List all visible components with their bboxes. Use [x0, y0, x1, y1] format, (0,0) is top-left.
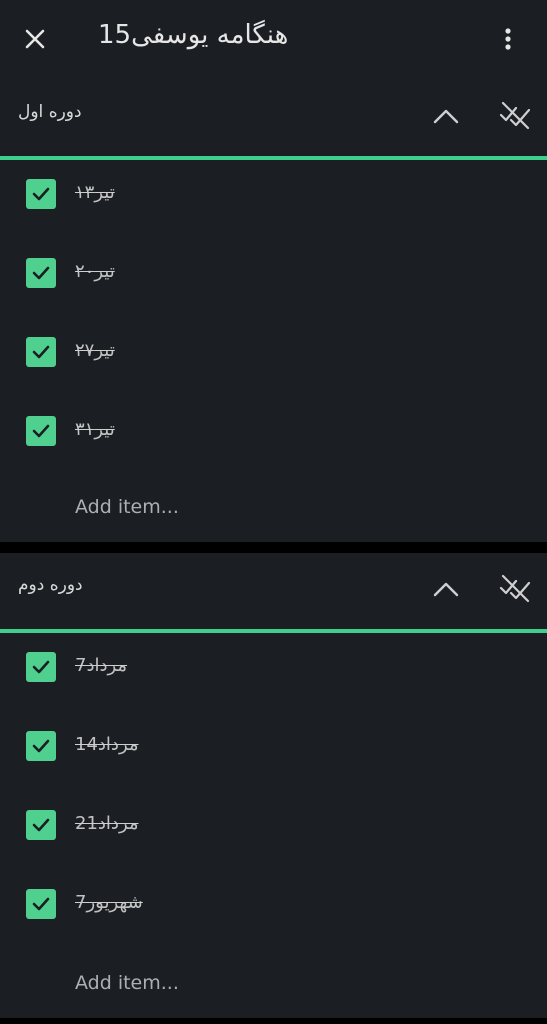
more-options-button[interactable] [492, 22, 524, 56]
item-text[interactable]: تیر۳۱ [75, 419, 115, 440]
checklist-item: تیر۲۰ [0, 239, 547, 318]
section-title: دوره اول [18, 102, 82, 122]
item-checkbox[interactable] [26, 179, 56, 209]
section-title: دوره دوم [18, 575, 83, 595]
checklist-section: دوره دوم مرداد7 مرداد14 مرداد21 شهریور7 … [0, 553, 547, 1018]
checklist-item: مرداد21 [0, 791, 547, 870]
check-icon [32, 345, 50, 359]
checklist-item: تیر۳۱ [0, 397, 547, 476]
check-icon [32, 266, 50, 280]
item-text[interactable]: مرداد7 [75, 655, 127, 676]
add-item-input[interactable]: Add item... [75, 972, 179, 994]
item-text[interactable]: مرداد14 [75, 734, 139, 755]
checklist-item: تیر۲۷ [0, 318, 547, 397]
checklist-section: دوره اول تیر۱۳ تیر۲۰ تیر۲۷ تیر۳۱ Add ite… [0, 80, 547, 542]
collapse-button[interactable] [428, 98, 464, 134]
close-icon [25, 29, 45, 49]
close-button[interactable] [18, 22, 52, 56]
section-header: دوره دوم [0, 553, 547, 629]
check-icon [32, 187, 50, 201]
add-item-input[interactable]: Add item... [75, 496, 179, 518]
more-vertical-icon [505, 28, 511, 50]
item-checkbox[interactable] [26, 416, 56, 446]
item-text[interactable]: تیر۱۳ [75, 182, 115, 203]
checklist-item: تیر۱۳ [0, 160, 547, 239]
check-icon [32, 818, 50, 832]
page-title: هنگامه یوسفی15 [98, 20, 289, 50]
top-app-bar: هنگامه یوسفی15 [0, 0, 547, 80]
checklist-item: مرداد14 [0, 712, 547, 791]
item-checkbox[interactable] [26, 810, 56, 840]
item-checkbox[interactable] [26, 258, 56, 288]
item-checkbox[interactable] [26, 652, 56, 682]
checklist-item: مرداد7 [0, 633, 547, 712]
chevron-up-icon [433, 582, 459, 597]
item-text[interactable]: شهریور7 [75, 892, 143, 913]
item-checkbox[interactable] [26, 889, 56, 919]
remove-checks-icon [499, 574, 531, 603]
check-icon [32, 739, 50, 753]
item-text[interactable]: تیر۲۷ [75, 340, 115, 361]
remove-checks-icon [499, 101, 531, 130]
item-checkbox[interactable] [26, 337, 56, 367]
item-checkbox[interactable] [26, 731, 56, 761]
check-icon [32, 660, 50, 674]
checklist-item: شهریور7 [0, 870, 547, 949]
uncheck-all-button[interactable] [496, 96, 534, 134]
item-text[interactable]: مرداد21 [75, 813, 139, 834]
chevron-up-icon [433, 109, 459, 124]
collapse-button[interactable] [428, 571, 464, 607]
uncheck-all-button[interactable] [496, 569, 534, 607]
section-header: دوره اول [0, 80, 547, 156]
check-icon [32, 424, 50, 438]
check-icon [32, 897, 50, 911]
item-text[interactable]: تیر۲۰ [75, 261, 115, 282]
